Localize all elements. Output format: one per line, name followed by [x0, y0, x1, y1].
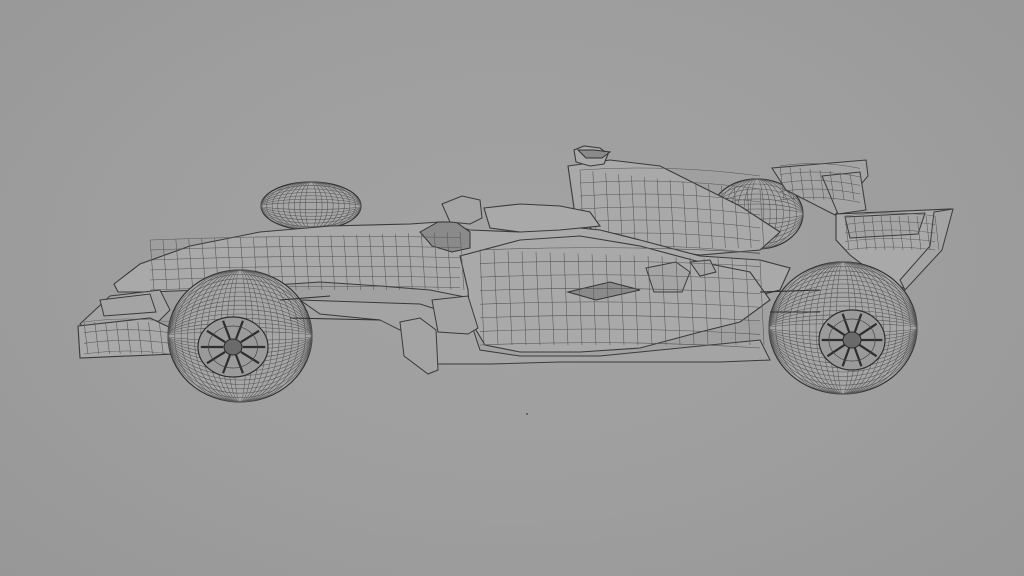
3d-viewport[interactable] — [0, 0, 1024, 576]
front-right-wheel — [167, 269, 313, 403]
front-wing — [77, 289, 176, 359]
rear-right-wheel — [768, 261, 918, 395]
ground-speck — [526, 413, 528, 415]
front-left-wheel — [260, 181, 362, 231]
car-model — [77, 145, 954, 415]
